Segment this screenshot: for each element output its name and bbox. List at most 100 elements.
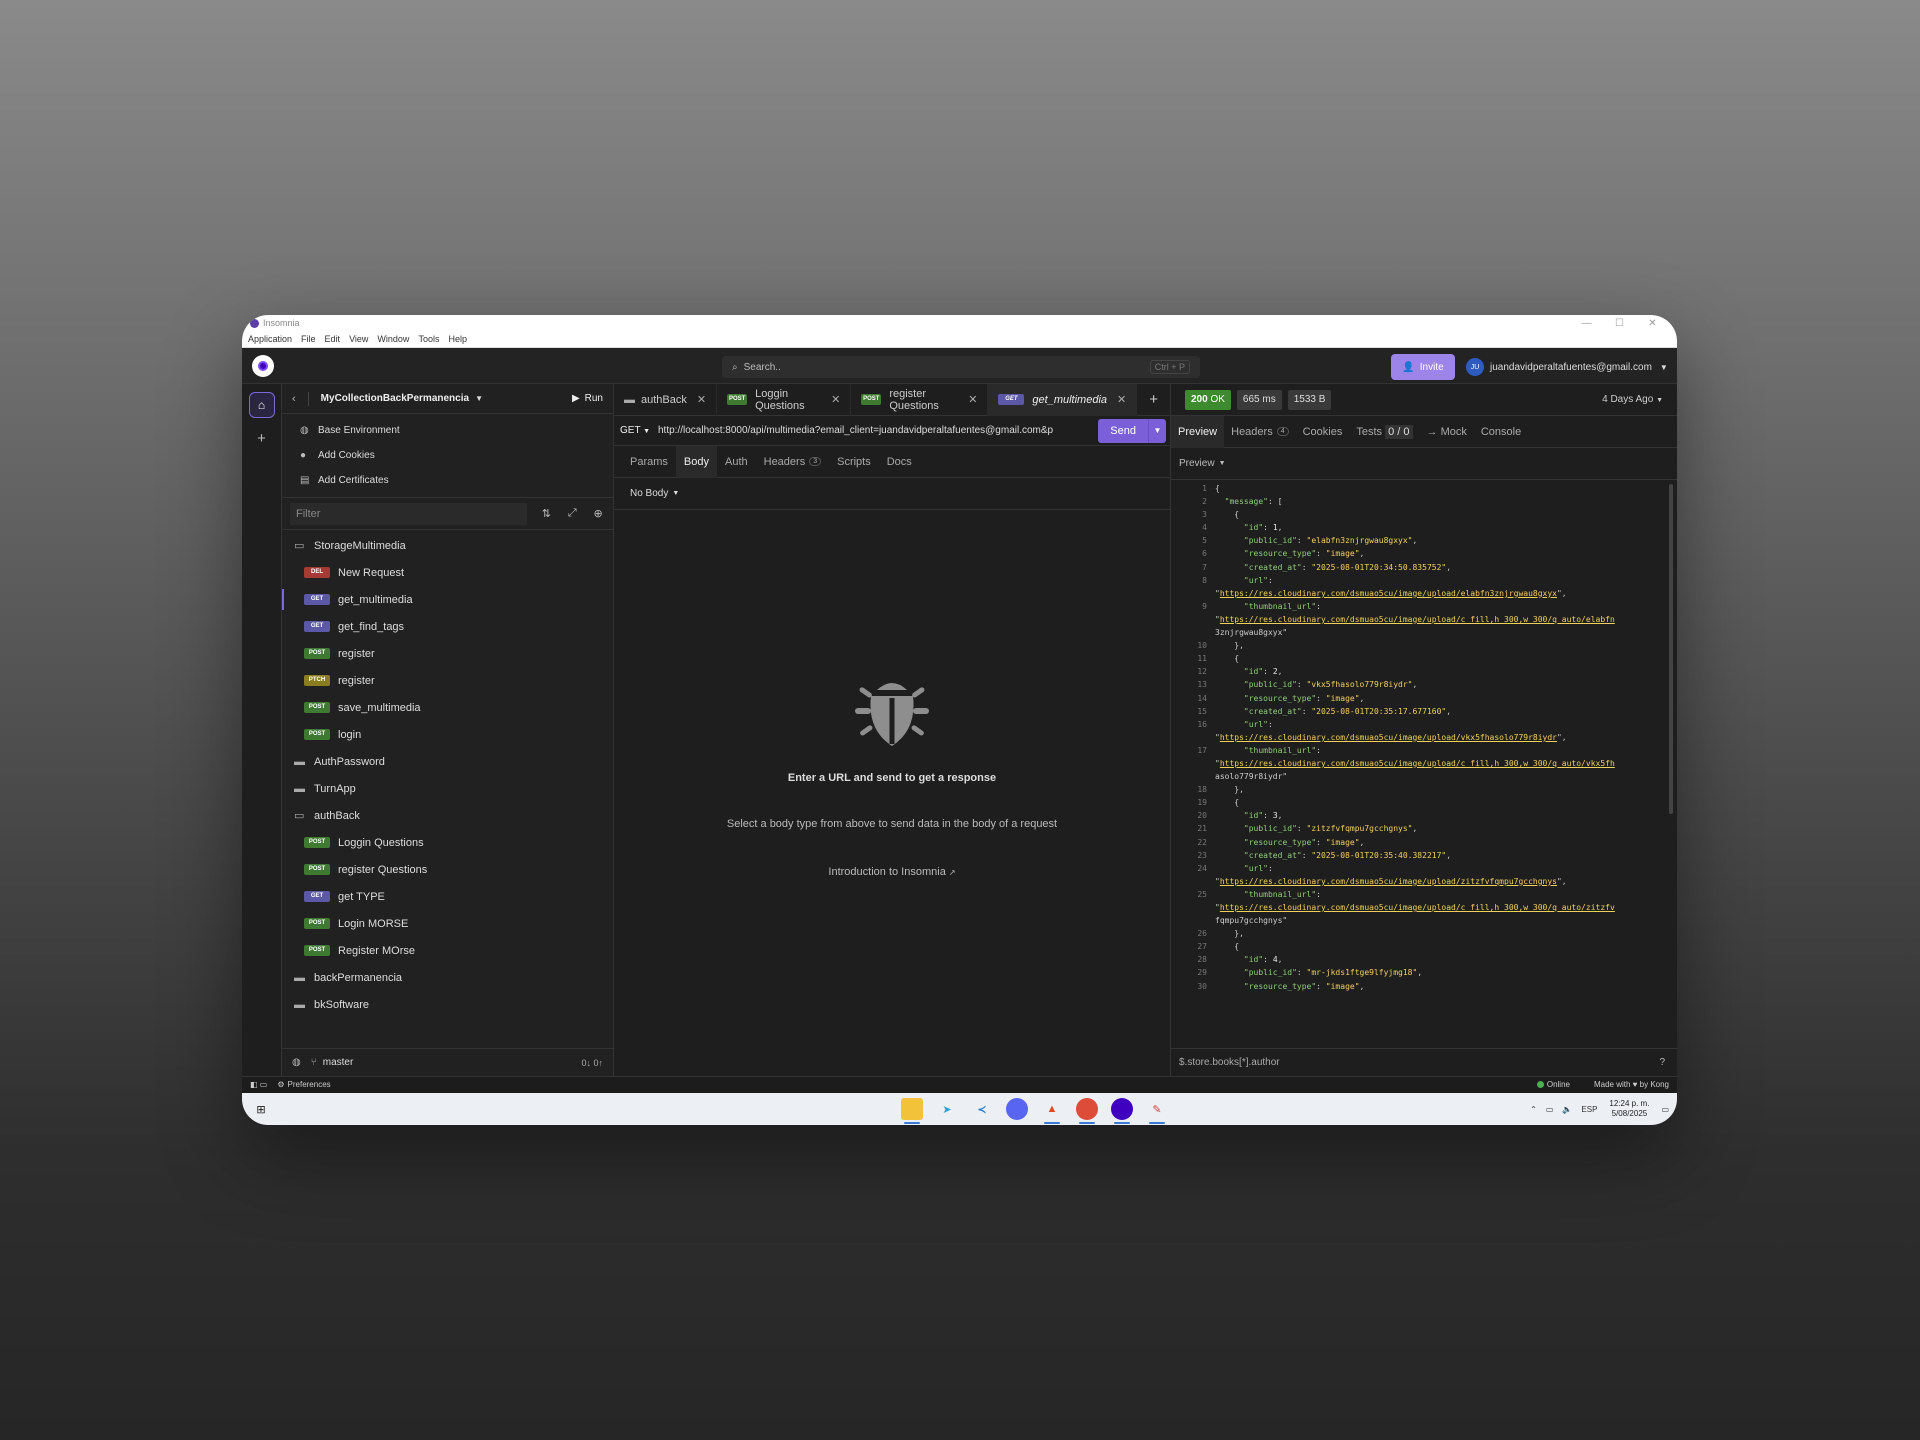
- back-icon[interactable]: ‹: [292, 393, 296, 405]
- folder-item[interactable]: ▬ backPermanencia: [282, 964, 613, 991]
- windows-start-icon[interactable]: ⊞: [250, 1098, 272, 1120]
- chrome-icon[interactable]: [1076, 1098, 1098, 1124]
- notifications-icon[interactable]: ▭: [1661, 1105, 1669, 1114]
- base-environment-link[interactable]: ◍ Base Environment: [282, 418, 613, 443]
- code-line: 10 },: [1171, 639, 1677, 652]
- request-item[interactable]: POST Login MORSE: [282, 910, 613, 937]
- request-item[interactable]: GET get_multimedia: [282, 586, 613, 613]
- add-project-button[interactable]: +: [257, 430, 266, 447]
- add-request-icon[interactable]: ⊕: [591, 507, 605, 520]
- url-input[interactable]: http://localhost:8000/api/multimedia?ema…: [658, 425, 1098, 436]
- close-icon[interactable]: ✕: [968, 393, 977, 406]
- close-icon[interactable]: ✕: [697, 393, 706, 406]
- method-select[interactable]: GET ▼: [620, 425, 658, 436]
- brave-icon[interactable]: ▲: [1041, 1098, 1063, 1124]
- menu-tools[interactable]: Tools: [418, 334, 439, 344]
- code-line: "https://res.cloudinary.com/dsmuao5cu/im…: [1171, 901, 1677, 914]
- menu-window[interactable]: Window: [377, 334, 409, 344]
- chevron-down-icon[interactable]: ▼: [1148, 418, 1166, 443]
- close-window-icon[interactable]: ✕: [1636, 318, 1669, 329]
- tab-headers[interactable]: Headers 3: [756, 446, 829, 478]
- request-item[interactable]: POST register: [282, 640, 613, 667]
- globe-icon[interactable]: ◍: [292, 1057, 301, 1068]
- sync-status[interactable]: 0↓ 0↑: [581, 1058, 603, 1068]
- preview-mode-select[interactable]: Preview ▼: [1171, 448, 1677, 480]
- request-item[interactable]: GET get_find_tags: [282, 613, 613, 640]
- expand-icon[interactable]: ⤢: [565, 507, 579, 520]
- body-type-select[interactable]: No Body ▼: [614, 478, 1170, 510]
- filter-input[interactable]: Filter: [290, 502, 528, 525]
- tab-response-headers[interactable]: Headers 4: [1224, 416, 1295, 448]
- insomnia-logo-icon[interactable]: [252, 354, 274, 377]
- response-filter-input[interactable]: $.store.books[*].author: [1179, 1057, 1280, 1068]
- tab-cookies[interactable]: Cookies: [1296, 416, 1350, 448]
- new-tab-button[interactable]: +: [1137, 391, 1170, 408]
- tab-params[interactable]: Params: [622, 446, 676, 478]
- close-icon[interactable]: ✕: [1117, 393, 1126, 406]
- tab-console[interactable]: Console: [1474, 416, 1528, 448]
- tab-loggin-questions[interactable]: POST Loggin Questions ✕: [717, 383, 852, 416]
- request-item[interactable]: DEL New Request: [282, 559, 613, 586]
- request-item[interactable]: PTCH register: [282, 667, 613, 694]
- search-input[interactable]: ⌕ Search.. Ctrl + P: [722, 356, 1200, 378]
- folder-item[interactable]: ▬ AuthPassword: [282, 748, 613, 775]
- maximize-icon[interactable]: ☐: [1603, 318, 1636, 329]
- tab-scripts[interactable]: Scripts: [829, 446, 879, 478]
- network-icon[interactable]: ▭: [1546, 1105, 1554, 1114]
- made-with-kong[interactable]: Made with ♥ by Kong: [1594, 1080, 1669, 1089]
- folder-item[interactable]: ▬ TurnApp: [282, 775, 613, 802]
- tab-authback[interactable]: ▬ authBack ✕: [614, 383, 718, 416]
- input-language[interactable]: ESP: [1581, 1105, 1597, 1114]
- folder-item[interactable]: ▭ StorageMultimedia: [282, 532, 613, 559]
- telegram-icon[interactable]: ➤: [936, 1098, 958, 1120]
- request-item[interactable]: POST Register MOrse: [282, 937, 613, 964]
- menu-help[interactable]: Help: [448, 334, 467, 344]
- menu-view[interactable]: View: [349, 334, 368, 344]
- response-history[interactable]: 4 Days Ago ▼: [1602, 394, 1663, 405]
- insomnia-taskbar-icon[interactable]: [1111, 1098, 1133, 1124]
- invite-button[interactable]: 👤 Invite: [1391, 354, 1455, 380]
- request-item[interactable]: GET get TYPE: [282, 883, 613, 910]
- menu-edit[interactable]: Edit: [325, 334, 341, 344]
- paint-icon[interactable]: ✎: [1146, 1098, 1168, 1124]
- request-item[interactable]: POST Loggin Questions: [282, 829, 613, 856]
- send-button[interactable]: Send ▼: [1098, 418, 1166, 443]
- tab-register-questions[interactable]: POST register Questions ✕: [851, 383, 989, 416]
- chevron-up-icon[interactable]: ⌃: [1530, 1105, 1537, 1114]
- layout-icon[interactable]: ◧ ▭: [250, 1080, 267, 1089]
- add-cookies-link[interactable]: ● Add Cookies: [282, 443, 613, 468]
- tab-auth[interactable]: Auth: [717, 446, 756, 478]
- intro-link[interactable]: Introduction to Insomnia ↗: [828, 866, 955, 878]
- run-button[interactable]: ▶ Run: [572, 393, 603, 404]
- clock[interactable]: 12:24 p. m. 5/08/2025: [1609, 1099, 1649, 1119]
- scrollbar[interactable]: [1669, 484, 1673, 814]
- discord-icon[interactable]: [1006, 1098, 1028, 1120]
- add-certificates-link[interactable]: ▤ Add Certificates: [282, 468, 613, 493]
- volume-icon[interactable]: 🔈: [1562, 1105, 1572, 1114]
- chevron-down-icon[interactable]: ▼: [475, 394, 483, 403]
- menu-application[interactable]: Application: [248, 334, 292, 344]
- tab-mock[interactable]: → Mock: [1420, 416, 1474, 448]
- tab-docs[interactable]: Docs: [879, 446, 920, 478]
- file-explorer-icon[interactable]: [901, 1098, 923, 1124]
- tab-tests[interactable]: Tests 0 / 0: [1349, 416, 1419, 448]
- tab-body[interactable]: Body: [675, 445, 717, 478]
- help-icon[interactable]: ?: [1659, 1057, 1665, 1068]
- tab-preview[interactable]: Preview: [1171, 415, 1225, 448]
- home-button[interactable]: ⌂: [248, 392, 275, 418]
- folder-item[interactable]: ▭ authBack: [282, 802, 613, 829]
- tab-get-multimedia[interactable]: GET get_multimedia ✕: [988, 383, 1138, 416]
- preferences-button[interactable]: Preferences: [288, 1080, 331, 1089]
- collection-name[interactable]: MyCollectionBackPermanencia: [321, 393, 469, 404]
- branch-name[interactable]: master: [323, 1057, 354, 1068]
- minimize-icon[interactable]: —: [1570, 318, 1603, 329]
- user-menu[interactable]: JU juandavidperaltafuentes@gmail.com ▼: [1466, 358, 1668, 376]
- close-icon[interactable]: ✕: [831, 393, 840, 406]
- folder-item[interactable]: ▬ bkSoftware: [282, 991, 613, 1018]
- vscode-icon[interactable]: ≺: [971, 1098, 993, 1120]
- request-item[interactable]: POST login: [282, 721, 613, 748]
- request-item[interactable]: POST register Questions: [282, 856, 613, 883]
- request-item[interactable]: POST save_multimedia: [282, 694, 613, 721]
- sort-icon[interactable]: ⇅: [539, 507, 553, 520]
- menu-file[interactable]: File: [301, 334, 316, 344]
